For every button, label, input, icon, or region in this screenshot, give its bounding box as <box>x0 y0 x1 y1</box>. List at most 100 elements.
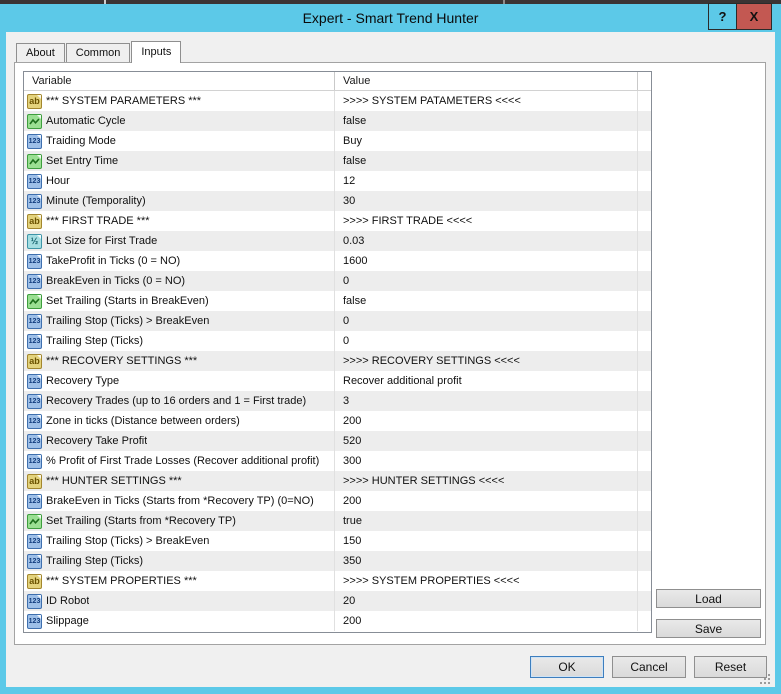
expert-properties-dialog: Expert - Smart Trend Hunter ? X About Co… <box>0 4 781 694</box>
bool-param-icon <box>27 294 42 309</box>
param-value[interactable]: >>>> RECOVERY SETTINGS <<<< <box>335 351 638 371</box>
table-row[interactable]: 123 Trailing Step (Ticks) 0 <box>24 331 651 351</box>
table-row[interactable]: 123 Trailing Stop (Ticks) > BreakEven 0 <box>24 311 651 331</box>
param-value[interactable]: 3 <box>335 391 638 411</box>
param-value[interactable]: false <box>335 291 638 311</box>
table-row[interactable]: 123 TakeProfit in Ticks (0 = NO) 1600 <box>24 251 651 271</box>
title-bar[interactable]: Expert - Smart Trend Hunter <box>0 4 781 32</box>
param-value[interactable]: 300 <box>335 451 638 471</box>
load-button[interactable]: Load <box>656 589 761 608</box>
table-row[interactable]: 123 Minute (Temporality) 30 <box>24 191 651 211</box>
help-button[interactable]: ? <box>709 4 737 29</box>
bool-zigzag-glyph <box>29 116 40 127</box>
table-row[interactable]: 123 Recovery Trades (up to 16 orders and… <box>24 391 651 411</box>
variable-cell: Set Trailing (Starts from *Recovery TP) <box>24 511 335 531</box>
param-variable: *** SYSTEM PARAMETERS *** <box>46 95 201 107</box>
save-button[interactable]: Save <box>656 619 761 638</box>
resize-grip[interactable] <box>759 673 771 685</box>
param-value[interactable]: 520 <box>335 431 638 451</box>
variable-cell: 123 Traiding Mode <box>24 131 335 151</box>
window-title: Expert - Smart Trend Hunter <box>303 10 479 26</box>
variable-cell: 123 Hour <box>24 171 335 191</box>
param-value[interactable]: false <box>335 151 638 171</box>
table-row[interactable]: ab *** HUNTER SETTINGS *** >>>> HUNTER S… <box>24 471 651 491</box>
dialog-client-area: About Common Inputs Variable Value ab <box>6 32 775 687</box>
tab-common[interactable]: Common <box>66 43 131 62</box>
tab-inputs[interactable]: Inputs <box>131 41 181 63</box>
reset-button[interactable]: Reset <box>694 656 767 678</box>
param-value[interactable]: true <box>335 511 638 531</box>
param-value[interactable]: 150 <box>335 531 638 551</box>
table-row[interactable]: ½ Lot Size for First Trade 0.03 <box>24 231 651 251</box>
table-row[interactable]: Set Trailing (Starts in BreakEven) false <box>24 291 651 311</box>
table-row[interactable]: ab *** SYSTEM PROPERTIES *** >>>> SYSTEM… <box>24 571 651 591</box>
variable-cell: 123 ID Robot <box>24 591 335 611</box>
param-value[interactable]: >>>> SYSTEM PATAMETERS <<<< <box>335 91 638 111</box>
table-row[interactable]: ab *** FIRST TRADE *** >>>> FIRST TRADE … <box>24 211 651 231</box>
close-button[interactable]: X <box>737 4 771 29</box>
param-value[interactable]: 200 <box>335 491 638 511</box>
param-value[interactable]: >>>> SYSTEM PROPERTIES <<<< <box>335 571 638 591</box>
param-value[interactable]: 12 <box>335 171 638 191</box>
param-variable: Minute (Temporality) <box>46 195 146 207</box>
variable-cell: 123 % Profit of First Trade Losses (Reco… <box>24 451 335 471</box>
param-variable: Recovery Take Profit <box>46 435 147 447</box>
table-row[interactable]: 123 Zone in ticks (Distance between orde… <box>24 411 651 431</box>
cancel-button[interactable]: Cancel <box>612 656 686 678</box>
param-variable: Set Entry Time <box>46 155 118 167</box>
param-variable: Zone in ticks (Distance between orders) <box>46 415 240 427</box>
param-value[interactable]: Recover additional profit <box>335 371 638 391</box>
param-variable: BrakeEven in Ticks (Starts from *Recover… <box>46 495 314 507</box>
variable-cell: 123 Zone in ticks (Distance between orde… <box>24 411 335 431</box>
variable-cell: 123 Minute (Temporality) <box>24 191 335 211</box>
table-row[interactable]: 123 Slippage 200 <box>24 611 651 631</box>
variable-cell: 123 BrakeEven in Ticks (Starts from *Rec… <box>24 491 335 511</box>
param-value[interactable]: 200 <box>335 611 638 631</box>
table-row[interactable]: 123 Trailing Stop (Ticks) > BreakEven 15… <box>24 531 651 551</box>
param-value[interactable]: 0 <box>335 311 638 331</box>
table-rows: ab *** SYSTEM PARAMETERS *** >>>> SYSTEM… <box>24 91 651 631</box>
param-value[interactable]: 1600 <box>335 251 638 271</box>
param-value[interactable]: 0.03 <box>335 231 638 251</box>
table-row[interactable]: 123 % Profit of First Trade Losses (Reco… <box>24 451 651 471</box>
int-param-icon: 123 <box>27 554 42 569</box>
tab-about[interactable]: About <box>16 43 65 62</box>
table-row[interactable]: 123 BrakeEven in Ticks (Starts from *Rec… <box>24 491 651 511</box>
table-row[interactable]: ab *** SYSTEM PARAMETERS *** >>>> SYSTEM… <box>24 91 651 111</box>
table-row[interactable]: Set Entry Time false <box>24 151 651 171</box>
table-row[interactable]: Set Trailing (Starts from *Recovery TP) … <box>24 511 651 531</box>
help-icon: ? <box>719 9 727 24</box>
param-value[interactable]: 0 <box>335 271 638 291</box>
int-param-icon: 123 <box>27 594 42 609</box>
inputs-tab-page: Variable Value ab *** SYSTEM PARAMETERS … <box>14 62 766 645</box>
param-variable: Trailing Stop (Ticks) > BreakEven <box>46 535 209 547</box>
param-value[interactable]: Buy <box>335 131 638 151</box>
bool-param-icon <box>27 154 42 169</box>
param-value[interactable]: 20 <box>335 591 638 611</box>
param-value[interactable]: 200 <box>335 411 638 431</box>
table-row[interactable]: 123 BreakEven in Ticks (0 = NO) 0 <box>24 271 651 291</box>
table-row[interactable]: 123 ID Robot 20 <box>24 591 651 611</box>
int-param-icon: 123 <box>27 314 42 329</box>
table-row[interactable]: 123 Hour 12 <box>24 171 651 191</box>
param-value[interactable]: 350 <box>335 551 638 571</box>
param-value[interactable]: >>>> HUNTER SETTINGS <<<< <box>335 471 638 491</box>
table-row[interactable]: 123 Recovery Take Profit 520 <box>24 431 651 451</box>
variable-cell: 123 Recovery Take Profit <box>24 431 335 451</box>
param-variable: Slippage <box>46 615 89 627</box>
param-value[interactable]: 0 <box>335 331 638 351</box>
param-variable: *** HUNTER SETTINGS *** <box>46 475 182 487</box>
table-row[interactable]: 123 Recovery Type Recover additional pro… <box>24 371 651 391</box>
param-variable: BreakEven in Ticks (0 = NO) <box>46 275 185 287</box>
table-row[interactable]: 123 Trailing Step (Ticks) 350 <box>24 551 651 571</box>
close-icon: X <box>750 9 759 24</box>
param-value[interactable]: >>>> FIRST TRADE <<<< <box>335 211 638 231</box>
variable-cell: 123 BreakEven in Ticks (0 = NO) <box>24 271 335 291</box>
param-value[interactable]: false <box>335 111 638 131</box>
param-value[interactable]: 30 <box>335 191 638 211</box>
table-row[interactable]: Automatic Cycle false <box>24 111 651 131</box>
bool-zigzag-glyph <box>29 156 40 167</box>
table-row[interactable]: ab *** RECOVERY SETTINGS *** >>>> RECOVE… <box>24 351 651 371</box>
ok-button[interactable]: OK <box>530 656 604 678</box>
table-row[interactable]: 123 Traiding Mode Buy <box>24 131 651 151</box>
